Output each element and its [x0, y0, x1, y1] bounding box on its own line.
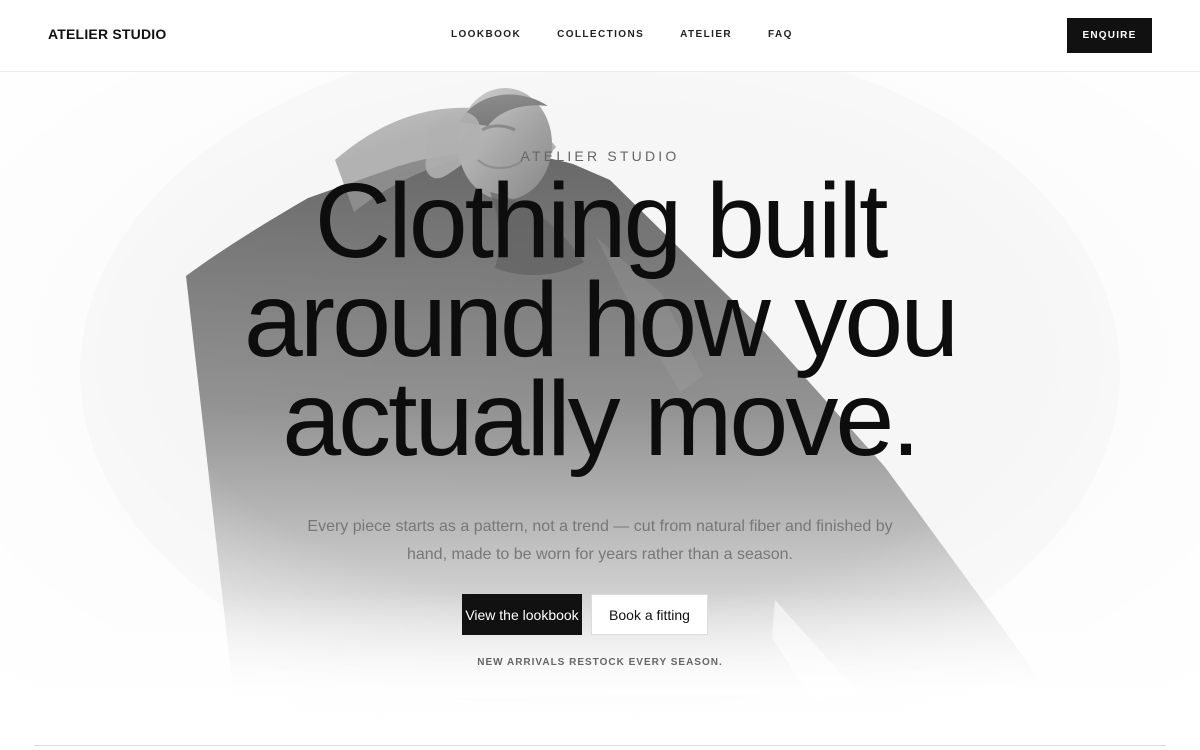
headline-line-2: around how you [243, 261, 959, 379]
restock-note: NEW ARRIVALS RESTOCK EVERY SEASON. [477, 657, 723, 668]
nav-faq[interactable]: FAQ [768, 29, 793, 40]
nav-lookbook[interactable]: LOOKBOOK [451, 29, 521, 40]
enquire-button[interactable]: ENQUIRE [1067, 18, 1152, 53]
site-header: ATELIER STUDIO LOOKBOOK COLLECTIONS ATEL… [0, 0, 1200, 72]
headline-line-3: actually move. [282, 360, 921, 478]
book-fitting-button[interactable]: Book a fitting [591, 594, 708, 635]
nav-collections[interactable]: COLLECTIONS [557, 29, 644, 40]
main-navigation: LOOKBOOK COLLECTIONS ATELIER FAQ [451, 29, 793, 40]
hero-subcopy: Every piece starts as a pattern, not a t… [307, 518, 893, 563]
hero-cta-row: View the lookbook Book a fitting [462, 594, 708, 635]
hero-section: ATELIER STUDIO Clothing built around how… [0, 72, 1200, 750]
brand-logo[interactable]: ATELIER STUDIO [48, 26, 166, 42]
view-lookbook-button[interactable]: View the lookbook [462, 594, 582, 635]
section-divider [34, 745, 1166, 746]
nav-atelier[interactable]: ATELIER [680, 29, 732, 40]
headline-line-1: Clothing built [314, 162, 889, 280]
hero-headline: Clothing built around how you actually m… [0, 162, 1200, 478]
